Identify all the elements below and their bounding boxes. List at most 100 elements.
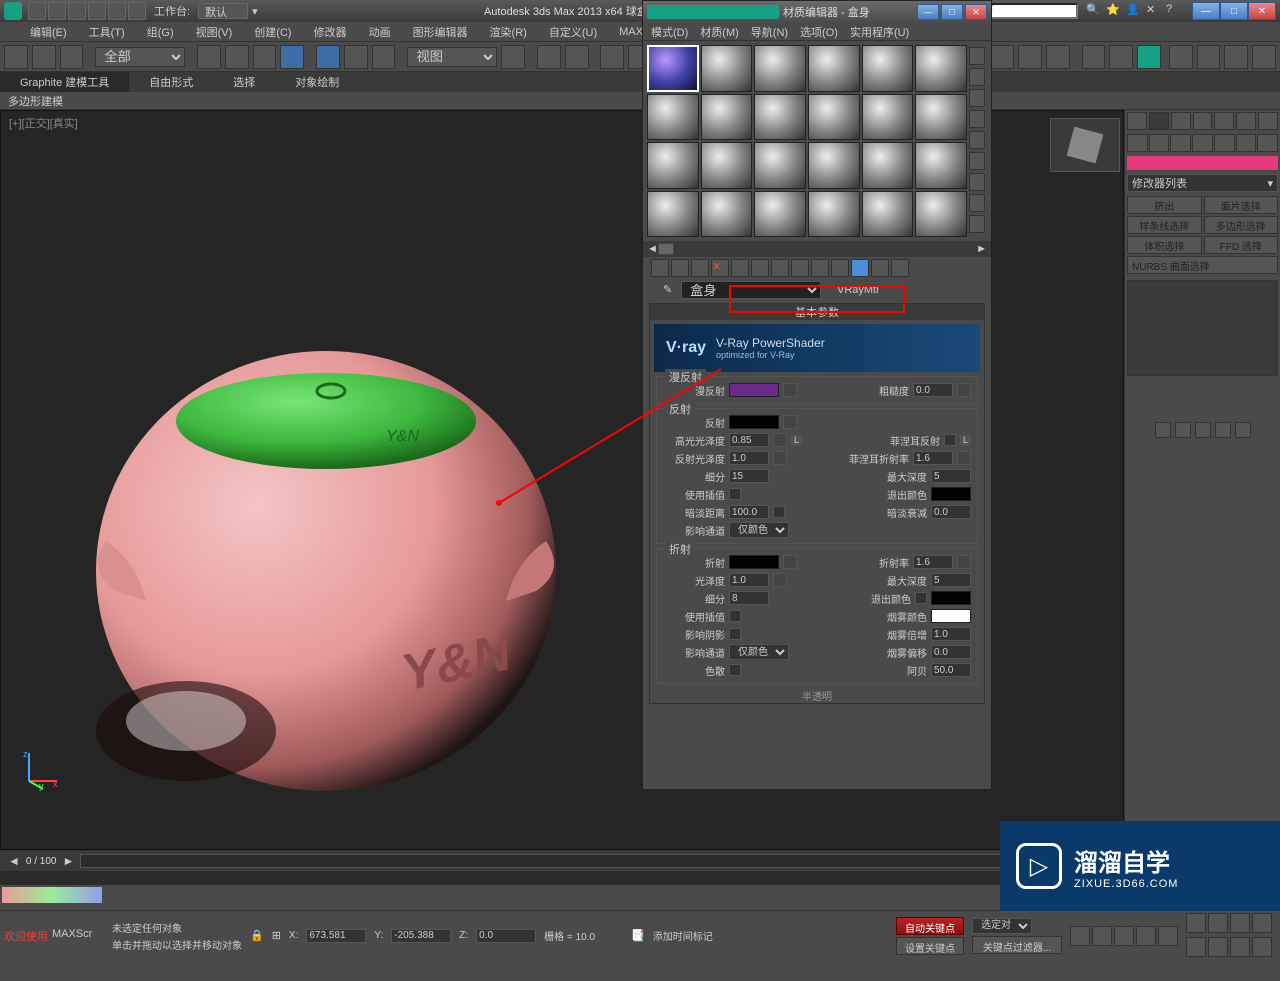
options-icon[interactable] xyxy=(969,173,985,191)
next-key-icon[interactable] xyxy=(1136,926,1156,946)
close-button[interactable]: ✕ xyxy=(1248,2,1276,20)
material-slot[interactable] xyxy=(808,142,860,189)
teapot3-icon[interactable] xyxy=(1224,45,1248,69)
mod-splinesel[interactable]: 样条线选择 xyxy=(1127,216,1202,234)
material-slot[interactable] xyxy=(647,142,699,189)
workspace-dropdown[interactable]: 默认 xyxy=(198,3,248,19)
fresnel-lock-button[interactable]: L xyxy=(960,435,971,445)
material-name-input[interactable]: 盒身 xyxy=(681,281,821,299)
add-time-tag[interactable]: 添加时间标记 xyxy=(653,928,713,943)
teapot4-icon[interactable] xyxy=(1252,45,1276,69)
refr-gloss-spinner[interactable]: 1.0 xyxy=(729,573,769,587)
mat-menu-material[interactable]: 材质(M) xyxy=(700,24,739,40)
cmd-display-icon[interactable] xyxy=(1214,112,1234,130)
refl-affect-dropdown[interactable]: 仅颜色 xyxy=(729,522,789,538)
render-icon[interactable] xyxy=(1137,45,1161,69)
cmd-motion-icon[interactable] xyxy=(1193,112,1213,130)
viewcube[interactable] xyxy=(1050,118,1120,172)
go-forward-icon[interactable] xyxy=(871,259,889,277)
material-slot[interactable] xyxy=(862,142,914,189)
cat-geom-icon[interactable] xyxy=(1127,134,1148,152)
pivot-icon[interactable] xyxy=(501,45,525,69)
material-slot[interactable] xyxy=(808,94,860,141)
material-slot[interactable] xyxy=(701,191,753,238)
mat-close-button[interactable]: ✕ xyxy=(965,4,987,20)
show-result-icon[interactable] xyxy=(1175,422,1191,438)
cross-icon[interactable]: ✕ xyxy=(1146,3,1162,19)
menu-modifiers[interactable]: 修改器 xyxy=(314,24,347,40)
mod-extrude[interactable]: 挤出 xyxy=(1127,196,1202,214)
refr-affect-dropdown[interactable]: 仅颜色 xyxy=(729,644,789,660)
eyedropper-icon[interactable]: ✎ xyxy=(663,283,677,297)
tab-objpaint[interactable]: 对象绘制 xyxy=(275,72,359,92)
lock-icon[interactable]: 🔒 xyxy=(250,929,264,942)
refl-gloss-spinner[interactable]: 1.0 xyxy=(729,451,769,465)
make-preview-icon[interactable] xyxy=(969,152,985,170)
refr-exit-checkbox[interactable] xyxy=(915,592,927,604)
mat-menu-mode[interactable]: 模式(D) xyxy=(651,24,688,40)
backlight-icon[interactable] xyxy=(969,68,985,86)
uv-tiling-icon[interactable] xyxy=(969,110,985,128)
reset-icon[interactable]: ✕ xyxy=(711,259,729,277)
cmd-create-icon[interactable] xyxy=(1127,112,1147,130)
select-by-mat-icon[interactable] xyxy=(969,194,985,212)
mod-volsel[interactable]: 体积选择 xyxy=(1127,236,1202,254)
open-icon[interactable] xyxy=(48,2,66,20)
redo-icon[interactable] xyxy=(108,2,126,20)
hilight-map-button[interactable] xyxy=(773,433,787,447)
refr-maxdepth-spinner[interactable]: 5 xyxy=(931,573,971,587)
refr-interp-checkbox[interactable] xyxy=(729,610,741,622)
show-end-icon[interactable] xyxy=(831,259,849,277)
material-slot[interactable] xyxy=(754,45,806,92)
trackbar-keys[interactable] xyxy=(2,887,102,903)
material-slot[interactable] xyxy=(915,94,967,141)
mod-nurbs[interactable]: NURBS 曲面选择 xyxy=(1127,256,1278,274)
teapot-icon[interactable] xyxy=(1169,45,1193,69)
manipulate-icon[interactable] xyxy=(537,45,561,69)
undo-icon[interactable] xyxy=(88,2,106,20)
material-slot[interactable] xyxy=(915,142,967,189)
put-to-lib-icon[interactable] xyxy=(771,259,789,277)
goto-end-icon[interactable] xyxy=(1158,926,1178,946)
fog-color-swatch[interactable] xyxy=(931,609,971,623)
material-slot[interactable] xyxy=(754,94,806,141)
menu-edit[interactable]: 编辑(E) xyxy=(30,24,67,40)
material-slot[interactable] xyxy=(701,45,753,92)
play-icon[interactable] xyxy=(1114,926,1134,946)
x-coord-input[interactable]: 673.581 xyxy=(306,929,366,943)
material-editor-icon[interactable] xyxy=(1046,45,1070,69)
key-filters-button[interactable]: 关键点过滤器... xyxy=(972,936,1062,954)
refract-color-swatch[interactable] xyxy=(729,555,779,569)
reflect-map-button[interactable] xyxy=(783,415,797,429)
selection-filter-dropdown[interactable]: 全部 xyxy=(95,47,185,67)
dim-distance-spinner[interactable]: 100.0 xyxy=(729,505,769,519)
material-slot[interactable] xyxy=(647,191,699,238)
cat-space-icon[interactable] xyxy=(1236,134,1257,152)
pin-stack-icon[interactable] xyxy=(1155,422,1171,438)
material-slot[interactable] xyxy=(915,191,967,238)
curve-editor-icon[interactable] xyxy=(990,45,1014,69)
make-unique-icon[interactable] xyxy=(1195,422,1211,438)
sample-type-icon[interactable] xyxy=(969,47,985,65)
z-coord-input[interactable]: 0.0 xyxy=(476,929,536,943)
tab-select[interactable]: 选择 xyxy=(213,72,275,92)
affect-shadows-checkbox[interactable] xyxy=(729,628,741,640)
tab-freeform[interactable]: 自由形式 xyxy=(129,72,213,92)
mat-menu-options[interactable]: 选项(O) xyxy=(800,24,838,40)
render-setup-icon[interactable] xyxy=(1082,45,1106,69)
get-material-icon[interactable] xyxy=(651,259,669,277)
scale-icon[interactable] xyxy=(372,45,396,69)
refl-gloss-map-button[interactable] xyxy=(773,451,787,465)
mod-ffdsel[interactable]: FFD 选择 xyxy=(1204,236,1279,254)
snap-icon[interactable] xyxy=(600,45,624,69)
material-slot[interactable] xyxy=(754,191,806,238)
select-name-icon[interactable] xyxy=(225,45,249,69)
cat-system-icon[interactable] xyxy=(1257,134,1278,152)
diffuse-color-swatch[interactable] xyxy=(729,383,779,397)
unlink-icon[interactable] xyxy=(32,45,56,69)
cmd-hammer-icon[interactable] xyxy=(1258,112,1278,130)
zoom-extents-icon[interactable] xyxy=(1230,913,1250,933)
new-icon[interactable] xyxy=(28,2,46,20)
zoom-all-icon[interactable] xyxy=(1208,937,1228,957)
tab-graphite[interactable]: Graphite 建模工具 xyxy=(0,72,129,92)
